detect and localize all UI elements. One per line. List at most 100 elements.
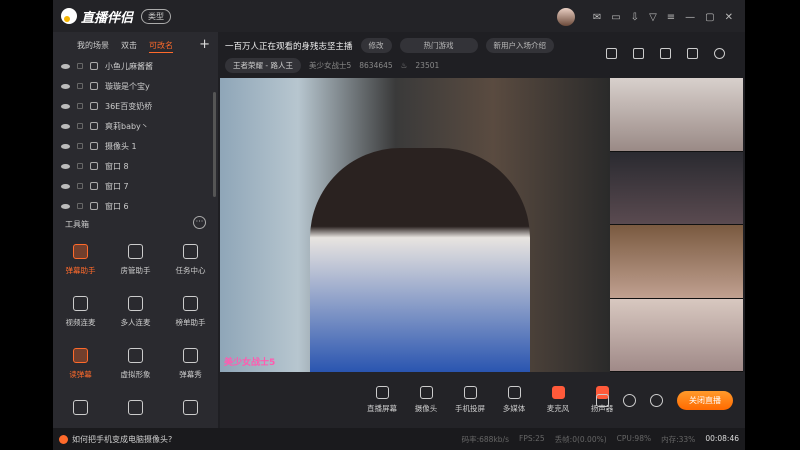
control-bar: 直播屏幕 摄像头 手机投屏 多媒体 麦克风 扬声器 关闭直播 bbox=[220, 372, 745, 428]
source-item[interactable]: 窗口 6 bbox=[53, 196, 218, 216]
guest-window[interactable] bbox=[610, 151, 743, 225]
fire-icon: ♨ bbox=[400, 61, 408, 70]
tool-label: 弹幕助手 bbox=[65, 266, 96, 275]
source-item[interactable]: 璇璇是个宝y bbox=[53, 76, 218, 96]
camera-icon bbox=[90, 142, 98, 150]
tab-double-click[interactable]: 双击 bbox=[121, 40, 137, 56]
source-item[interactable]: 摄像头 1 bbox=[53, 136, 218, 156]
tool-item[interactable]: 视频连麦 bbox=[53, 296, 108, 332]
scrollbar[interactable] bbox=[213, 92, 216, 197]
video-label: 美少女战士5 bbox=[224, 358, 276, 368]
lock-icon[interactable] bbox=[633, 48, 644, 59]
share-icon[interactable] bbox=[714, 48, 725, 59]
settings-icon[interactable] bbox=[650, 393, 663, 407]
control-label: 直播屏幕 bbox=[367, 404, 397, 413]
tool-icon bbox=[73, 348, 88, 363]
lock-icon[interactable] bbox=[77, 63, 83, 69]
control-button[interactable]: 多媒体 bbox=[492, 386, 536, 414]
close-icon[interactable]: ✕ bbox=[725, 12, 733, 23]
guest-window[interactable] bbox=[610, 78, 743, 152]
fps: FPS:25 bbox=[519, 433, 545, 443]
source-label: 璇璇是个宝y bbox=[105, 81, 150, 91]
tool-item[interactable]: 弹幕秀 bbox=[163, 348, 218, 384]
control-button[interactable]: 麦克风 bbox=[536, 386, 580, 414]
mail-icon[interactable]: ✉ bbox=[593, 12, 601, 23]
control-icon bbox=[419, 386, 433, 399]
tab-my-scenes[interactable]: 我的场景 bbox=[77, 40, 109, 56]
tool-item[interactable]: 读弹幕 bbox=[53, 348, 108, 384]
control-button[interactable]: 直播屏幕 bbox=[360, 386, 404, 414]
logo: 直播伴侣 bbox=[61, 7, 133, 26]
layout-icon[interactable] bbox=[660, 48, 671, 59]
tool-label: 读弹幕 bbox=[69, 370, 92, 379]
category-select[interactable]: 热门游戏 bbox=[399, 38, 478, 53]
lock-icon[interactable] bbox=[77, 123, 83, 129]
tool-icon bbox=[128, 296, 143, 311]
eye-icon[interactable] bbox=[61, 203, 70, 209]
tool-item[interactable]: 虚拟形象 bbox=[108, 348, 163, 384]
preview-eye-icon[interactable] bbox=[623, 393, 636, 407]
control-label: 手机投屏 bbox=[455, 404, 485, 413]
lock-icon[interactable] bbox=[77, 203, 83, 209]
tool-icon bbox=[73, 296, 88, 311]
control-button[interactable]: 摄像头 bbox=[404, 386, 448, 414]
tool-item[interactable]: 房管助手 bbox=[108, 244, 163, 280]
avatar[interactable] bbox=[556, 8, 575, 26]
minimize-icon[interactable]: — bbox=[685, 12, 695, 23]
eye-icon[interactable] bbox=[61, 83, 70, 89]
menu-icon[interactable]: ≡ bbox=[667, 12, 675, 23]
eye-icon[interactable] bbox=[61, 183, 70, 189]
stop-live-button[interactable]: 关闭直播 bbox=[677, 390, 733, 410]
tool-item[interactable]: 多人连麦 bbox=[108, 296, 163, 332]
source-item[interactable]: 窗口 8 bbox=[53, 156, 218, 176]
eye-icon[interactable] bbox=[61, 63, 70, 69]
filter-icon[interactable]: ▽ bbox=[649, 12, 657, 23]
maximize-icon[interactable]: ▢ bbox=[705, 12, 714, 23]
app-window: 直播伴侣 类型 ✉ ▭ ⇩ ▽ ≡ — ▢ ✕ 我的场景 双击 可改名 + 小鱼… bbox=[53, 0, 745, 450]
logo-icon bbox=[61, 8, 77, 24]
tool-label: 虚拟形象 bbox=[120, 370, 151, 379]
eye-icon[interactable] bbox=[61, 163, 70, 169]
source-item[interactable]: 爽莉baby丶 bbox=[53, 116, 218, 136]
status-bar: 如何把手机变成电脑摄像头? 码率:688kb/s FPS:25 丢帧:0(0.0… bbox=[53, 428, 745, 450]
source-item[interactable]: 36E百变奶桥 bbox=[53, 96, 218, 116]
lock-icon[interactable] bbox=[77, 163, 83, 169]
tool-label: 多人连麦 bbox=[120, 318, 151, 327]
eye-icon[interactable] bbox=[61, 103, 70, 109]
add-source-button[interactable]: + bbox=[199, 37, 210, 52]
tool-item[interactable]: 弹幕助手 bbox=[53, 244, 108, 280]
tool-icon bbox=[183, 244, 198, 259]
tool-icon bbox=[183, 348, 198, 363]
window-icon bbox=[90, 182, 98, 190]
guest-window[interactable] bbox=[610, 298, 743, 372]
guest-window[interactable] bbox=[610, 225, 743, 299]
eye-icon[interactable] bbox=[61, 123, 70, 129]
tab-renamable[interactable]: 可改名 bbox=[149, 40, 173, 53]
tool-icon bbox=[128, 400, 143, 415]
edit-button[interactable]: 修改 bbox=[360, 38, 392, 53]
download-icon[interactable]: ⇩ bbox=[631, 12, 639, 23]
type-button[interactable]: 类型 bbox=[141, 8, 172, 24]
tool-item[interactable]: 榜单助手 bbox=[163, 296, 218, 332]
source-item[interactable]: 窗口 7 bbox=[53, 176, 218, 196]
source-item[interactable]: 小鱼儿麻酱酱 bbox=[53, 56, 218, 76]
more-icon[interactable]: ··· bbox=[193, 216, 206, 229]
record-icon[interactable] bbox=[596, 393, 609, 407]
stream-info: 一百万人正在观看的身残志坚主播 修改 热门游戏 新用户入场介绍 王者荣耀 - 路… bbox=[225, 38, 615, 73]
game-select[interactable]: 王者荣耀 - 路人王 bbox=[225, 58, 301, 73]
gift-icon[interactable] bbox=[606, 48, 617, 59]
video-preview[interactable]: 美少女战士5 bbox=[220, 78, 610, 372]
screen-icon[interactable]: ▭ bbox=[611, 12, 620, 23]
intro-button[interactable]: 新用户入场介绍 bbox=[485, 38, 555, 53]
control-button[interactable]: 手机投屏 bbox=[448, 386, 492, 414]
toolbox-title: 工具箱 bbox=[65, 220, 89, 229]
tool-item[interactable]: 任务中心 bbox=[163, 244, 218, 280]
lock-icon[interactable] bbox=[77, 143, 83, 149]
eye-icon[interactable] bbox=[61, 143, 70, 149]
lock-icon[interactable] bbox=[77, 83, 83, 89]
lock-icon[interactable] bbox=[77, 103, 83, 109]
lock-icon[interactable] bbox=[77, 183, 83, 189]
control-label: 麦克风 bbox=[546, 404, 570, 413]
tip-link[interactable]: 如何把手机变成电脑摄像头? bbox=[72, 434, 172, 445]
bell-icon[interactable] bbox=[687, 48, 698, 59]
